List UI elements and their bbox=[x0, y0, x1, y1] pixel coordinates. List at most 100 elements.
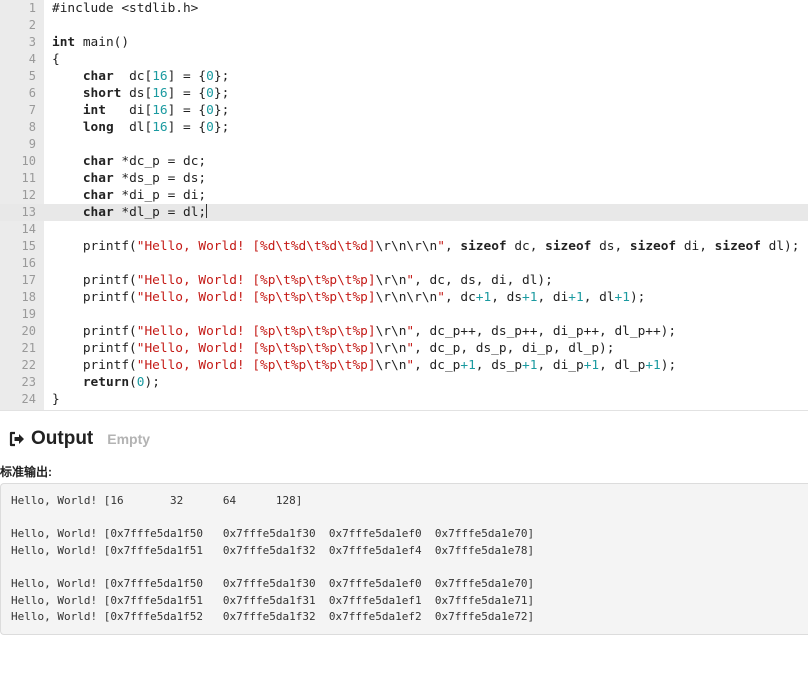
code-text: int di[16] = {0}; bbox=[52, 102, 229, 119]
string-token: " bbox=[437, 290, 445, 305]
code-token: ds[ bbox=[121, 86, 153, 101]
code-line[interactable]: 23 return(0); bbox=[0, 374, 808, 391]
keyword-token: char bbox=[82, 188, 114, 203]
number-token: 16 bbox=[152, 86, 168, 101]
code-line[interactable]: 18 printf("Hello, World! [%p\t%p\t%p\t%p… bbox=[0, 289, 808, 306]
code-line[interactable]: 19 bbox=[0, 306, 808, 323]
keyword-token: int bbox=[82, 103, 106, 118]
output-header: Output Empty bbox=[8, 425, 150, 453]
line-number: 1 bbox=[28, 1, 36, 15]
code-token: ); bbox=[629, 290, 646, 305]
code-text: printf("Hello, World! [%p\t%p\t%p\t%p]\r… bbox=[52, 272, 553, 289]
code-line[interactable]: 2 bbox=[0, 17, 808, 34]
line-number: 22 bbox=[21, 358, 36, 372]
stdout-label: 标准输出: bbox=[0, 465, 52, 479]
code-editor[interactable]: 1 #include <stdlib.h> 2 3 int main() 4{5 char… bbox=[0, 0, 808, 411]
keyword-token: sizeof bbox=[460, 239, 507, 254]
number-token: +1 bbox=[568, 290, 584, 305]
code-text: return(0); bbox=[52, 374, 160, 391]
stdout-line: Hello, World! [0x7fffe5da1f50 0x7fffe5da… bbox=[11, 577, 535, 590]
code-line[interactable]: 7 int di[16] = {0}; bbox=[0, 102, 808, 119]
code-line[interactable]: 24} bbox=[0, 391, 808, 408]
line-number: 7 bbox=[28, 103, 36, 117]
code-line[interactable]: 20 printf("Hello, World! [%p\t%p\t%p\t%p… bbox=[0, 323, 808, 340]
output-title: Output bbox=[31, 428, 94, 449]
line-number: 11 bbox=[21, 171, 36, 185]
number-token: +1 bbox=[460, 358, 476, 373]
code-token: #include <stdlib.h> bbox=[52, 1, 199, 16]
code-line[interactable]: 10 char *dc_p = dc; bbox=[0, 153, 808, 170]
code-token: , di bbox=[537, 290, 569, 305]
code-line[interactable]: 17 printf("Hello, World! [%p\t%p\t%p\t%p… bbox=[0, 272, 808, 289]
keyword-token: short bbox=[82, 86, 122, 101]
string-token: " bbox=[406, 358, 415, 373]
code-text: #include <stdlib.h> bbox=[52, 0, 198, 17]
code-line[interactable]: 12 char *di_p = di; bbox=[0, 187, 808, 204]
number-token: 0 bbox=[206, 103, 214, 118]
code-text: printf("Hello, World! [%p\t%p\t%p\t%p]\r… bbox=[52, 340, 615, 357]
line-number: 9 bbox=[28, 137, 36, 151]
code-text: { bbox=[52, 51, 60, 68]
code-line[interactable]: 21 printf("Hello, World! [%p\t%p\t%p\t%p… bbox=[0, 340, 808, 357]
code-line[interactable]: 3 int main() bbox=[0, 34, 808, 51]
line-number: 4 bbox=[28, 52, 36, 66]
code-token: }; bbox=[213, 120, 230, 135]
code-token: , dc_p, ds_p, di_p, dl_p); bbox=[414, 341, 615, 356]
code-token: dc[ bbox=[113, 69, 153, 84]
code-token: *dc_p = dc; bbox=[113, 154, 207, 169]
code-line[interactable]: 5 char dc[16] = {0}; bbox=[0, 68, 808, 85]
number-token: 16 bbox=[152, 69, 168, 84]
code-line[interactable]: 15 printf("Hello, World! [%d\t%d\t%d\t%d… bbox=[0, 238, 808, 255]
keyword-token: long bbox=[82, 120, 114, 135]
code-line[interactable]: 14 bbox=[0, 221, 808, 238]
code-text: char *dl_p = dl; bbox=[52, 204, 208, 221]
code-text: char *dc_p = dc; bbox=[52, 153, 206, 170]
number-token: +1 bbox=[475, 290, 492, 305]
line-number: 8 bbox=[28, 120, 36, 134]
code-line[interactable]: 6 short ds[16] = {0}; bbox=[0, 85, 808, 102]
code-line[interactable]: 22 printf("Hello, World! [%p\t%p\t%p\t%p… bbox=[0, 357, 808, 374]
code-text: } bbox=[52, 391, 60, 408]
code-token: printf( bbox=[52, 324, 137, 339]
code-token: *ds_p = ds; bbox=[113, 171, 207, 186]
code-token: printf( bbox=[52, 239, 137, 254]
line-number: 3 bbox=[28, 35, 36, 49]
line-number: 24 bbox=[21, 392, 36, 406]
code-text: char *di_p = di; bbox=[52, 187, 206, 204]
code-token: di, bbox=[676, 239, 715, 254]
code-token: \r\n\r\n bbox=[375, 239, 438, 254]
stdout-line: Hello, World! [0x7fffe5da1f52 0x7fffe5da… bbox=[11, 610, 535, 624]
line-number: 16 bbox=[21, 256, 36, 270]
keyword-token: sizeof bbox=[545, 239, 592, 254]
number-token: 16 bbox=[152, 120, 168, 135]
code-token: printf( bbox=[52, 341, 137, 356]
number-token: 0 bbox=[206, 69, 214, 84]
code-line[interactable]: 1 #include <stdlib.h> bbox=[0, 0, 808, 17]
code-text: printf("Hello, World! [%p\t%p\t%p\t%p]\r… bbox=[52, 323, 676, 340]
code-line[interactable]: 11 char *ds_p = ds; bbox=[0, 170, 808, 187]
line-number: 5 bbox=[28, 69, 36, 83]
line-number: 18 bbox=[21, 290, 36, 304]
line-number: 13 bbox=[21, 205, 36, 219]
number-token: 0 bbox=[206, 120, 214, 135]
code-token: , bbox=[444, 239, 461, 254]
code-line[interactable]: 13 char *dl_p = dl; bbox=[0, 204, 808, 221]
number-token: +1 bbox=[522, 358, 538, 373]
code-token: ); bbox=[660, 358, 677, 373]
keyword-token: int bbox=[52, 35, 76, 50]
code-line[interactable]: 8 long dl[16] = {0}; bbox=[0, 119, 808, 136]
code-token: dl[ bbox=[113, 120, 153, 135]
code-line[interactable]: 4{ bbox=[0, 51, 808, 68]
code-line[interactable]: 9 bbox=[0, 136, 808, 153]
code-text: char dc[16] = {0}; bbox=[52, 68, 229, 85]
code-token: printf( bbox=[52, 290, 137, 305]
code-token: , dl_p bbox=[599, 358, 646, 373]
number-token: +1 bbox=[522, 290, 538, 305]
stdout-line: Hello, World! [0x7fffe5da1f51 0x7fffe5da… bbox=[11, 593, 535, 607]
code-line[interactable]: 16 bbox=[0, 255, 808, 272]
code-token: ( bbox=[129, 375, 137, 390]
code-text: int main() bbox=[52, 34, 129, 51]
